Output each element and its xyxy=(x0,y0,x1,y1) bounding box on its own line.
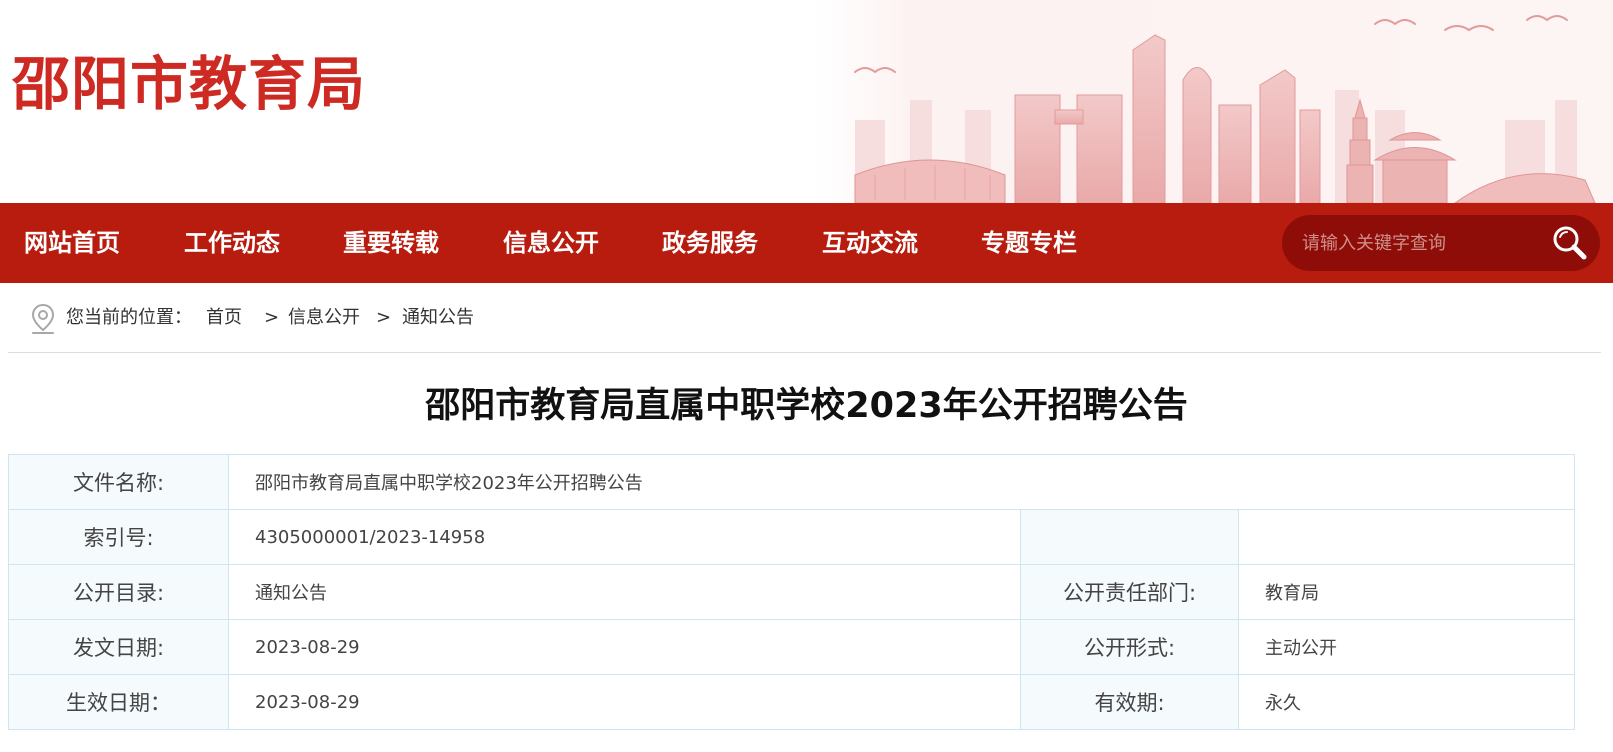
site-logo[interactable]: 邵阳市教育局 xyxy=(12,44,366,124)
breadcrumb-separator: > xyxy=(376,307,392,328)
nav-item-disclosure[interactable]: 信息公开 xyxy=(503,203,599,283)
nav-item-services[interactable]: 政务服务 xyxy=(662,203,758,283)
file-name-label: 文件名称: xyxy=(8,454,229,510)
breadcrumb-disclosure[interactable]: 信息公开 xyxy=(288,305,360,331)
city-skyline-banner xyxy=(815,0,1613,203)
table-row: 文件名称: 邵阳市教育局直属中职学校2023年公开招聘公告 xyxy=(8,454,1576,510)
disclosure-form-label: 公开形式: xyxy=(1020,619,1239,675)
search-input[interactable] xyxy=(1302,223,1542,263)
location-pin-icon xyxy=(31,303,55,334)
validity-label: 有效期: xyxy=(1020,674,1239,730)
issue-date-label: 发文日期: xyxy=(8,619,229,675)
catalog-label: 公开目录: xyxy=(8,564,229,620)
search-box xyxy=(1282,215,1600,271)
issue-date-value: 2023-08-29 xyxy=(228,619,1021,675)
breadcrumb-separator: > xyxy=(264,307,280,328)
empty-label-cell xyxy=(1020,509,1239,565)
breadcrumb-prefix: 您当前的位置： xyxy=(66,307,192,328)
site-header: 邵阳市教育局 xyxy=(0,0,1613,203)
nav-item-reprints[interactable]: 重要转载 xyxy=(343,203,439,283)
nav-item-home[interactable]: 网站首页 xyxy=(24,203,120,283)
disclosure-form-value: 主动公开 xyxy=(1237,619,1576,675)
page-title: 邵阳市教育局直属中职学校2023年公开招聘公告 xyxy=(425,386,1188,426)
breadcrumb-home[interactable]: 首页 xyxy=(206,305,242,331)
table-row: 生效日期： 2023-08-29 有效期: 永久 xyxy=(8,674,1576,730)
responsible-dept-label: 公开责任部门: xyxy=(1020,564,1239,620)
responsible-dept-value: 教育局 xyxy=(1237,564,1576,620)
index-number-value: 4305000001/2023-14958 xyxy=(228,509,1021,565)
file-name-value: 邵阳市教育局直属中职学校2023年公开招聘公告 xyxy=(227,454,1576,510)
effective-date-label: 生效日期： xyxy=(8,674,229,730)
table-row: 公开目录: 通知公告 公开责任部门: 教育局 xyxy=(8,564,1576,620)
empty-value-cell xyxy=(1237,509,1576,565)
catalog-value: 通知公告 xyxy=(228,564,1021,620)
nav-item-topics[interactable]: 专题专栏 xyxy=(981,203,1077,283)
search-button[interactable] xyxy=(1550,223,1590,263)
effective-date-value: 2023-08-29 xyxy=(228,674,1021,730)
search-icon xyxy=(1553,226,1587,260)
table-row: 索引号: 4305000001/2023-14958 xyxy=(8,509,1576,565)
table-row: 发文日期: 2023-08-29 公开形式: 主动公开 xyxy=(8,619,1576,675)
breadcrumb: 您当前的位置： 首页 > 信息公开 > 通知公告 xyxy=(8,283,1601,353)
validity-value: 永久 xyxy=(1237,674,1576,730)
nav-item-work-news[interactable]: 工作动态 xyxy=(184,203,280,283)
main-nav: 网站首页 工作动态 重要转载 信息公开 政务服务 互动交流 专题专栏 xyxy=(0,203,1613,283)
breadcrumb-notices[interactable]: 通知公告 xyxy=(402,305,474,331)
document-info-table: 文件名称: 邵阳市教育局直属中职学校2023年公开招聘公告 索引号: 43050… xyxy=(8,454,1576,730)
index-number-label: 索引号: xyxy=(8,509,229,565)
nav-item-interaction[interactable]: 互动交流 xyxy=(822,203,918,283)
